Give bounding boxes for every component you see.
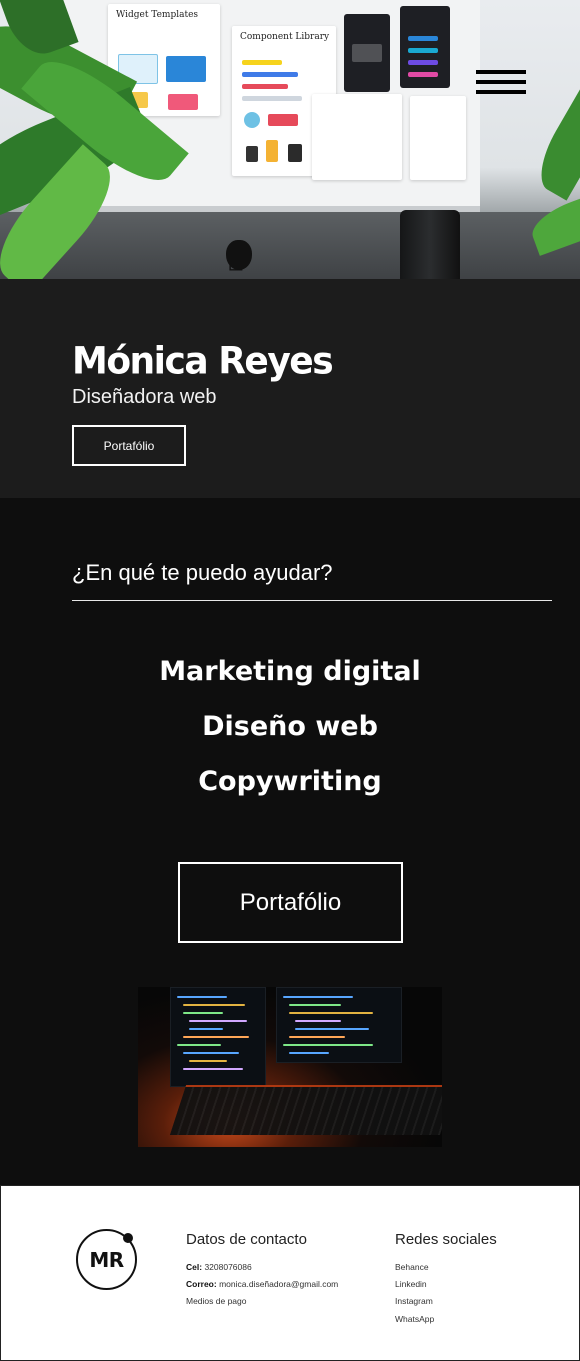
divider — [72, 600, 552, 601]
dark-phone-mockup-2 — [400, 6, 450, 88]
hamburger-menu-icon[interactable] — [476, 70, 526, 96]
social-link-behance[interactable]: Behance — [395, 1262, 429, 1272]
widget-templates-title: Widget Templates — [116, 10, 199, 20]
plant-leaf — [528, 83, 580, 201]
stats-card — [312, 94, 402, 180]
page-title: Mónica Reyes — [72, 339, 334, 384]
monitor-left — [170, 987, 266, 1087]
logo-dot-icon — [123, 1233, 133, 1243]
monitor-right — [276, 987, 402, 1063]
hero-image: Widget Templates Component Library — [0, 0, 580, 279]
services-section: ¿En qué te puedo ayudar? Marketing digit… — [0, 498, 580, 1185]
dark-phone-mockup — [344, 14, 390, 92]
keyboard — [169, 1085, 442, 1135]
contact-title: Datos de contacto — [186, 1231, 307, 1248]
portfolio-button-large[interactable]: Portafólio — [178, 862, 403, 943]
component-library-title: Component Library — [240, 32, 330, 42]
phone-label: Cel: — [186, 1262, 203, 1272]
stats-card-2 — [410, 96, 466, 180]
footer: MR Datos de contacto Cel: 3208076086 Cor… — [0, 1185, 580, 1361]
mr-logo[interactable]: MR — [76, 1229, 137, 1290]
contact-email: Correo: monica.diseñadora@gmail.com — [186, 1279, 338, 1289]
role-subtitle: Diseñadora web — [72, 386, 217, 408]
email-label: Correo: — [186, 1279, 217, 1289]
speaker-device — [400, 210, 460, 279]
social-link-instagram[interactable]: Instagram — [395, 1296, 433, 1306]
code-monitors-photo — [138, 987, 442, 1147]
service-item-copywriting: Copywriting — [198, 766, 382, 797]
services-heading: ¿En qué te puedo ayudar? — [72, 560, 333, 585]
service-item-web-design: Diseño web — [202, 711, 378, 742]
service-item-marketing: Marketing digital — [159, 656, 421, 687]
social-link-whatsapp[interactable]: WhatsApp — [395, 1314, 434, 1324]
email-value[interactable]: monica.diseñadora@gmail.com — [219, 1279, 338, 1289]
contact-phone: Cel: 3208076086 — [186, 1262, 252, 1272]
payment-methods-link[interactable]: Medios de pago — [186, 1296, 247, 1306]
phone-value[interactable]: 3208076086 — [204, 1262, 251, 1272]
social-link-linkedin[interactable]: Linkedin — [395, 1279, 427, 1289]
portfolio-button[interactable]: Portafólio — [72, 425, 186, 466]
social-title: Redes sociales — [395, 1231, 497, 1248]
apple-shape-icon — [226, 240, 252, 270]
intro-section: Mónica Reyes Diseñadora web Portafólio — [0, 279, 580, 498]
logo-text: MR — [89, 1247, 124, 1272]
